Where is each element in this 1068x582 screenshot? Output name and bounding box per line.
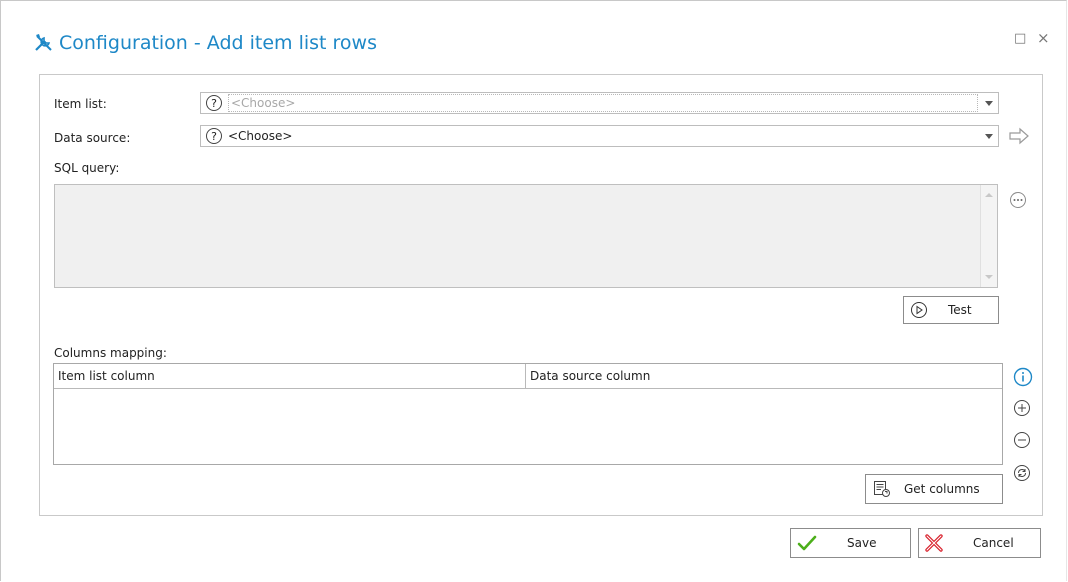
save-button[interactable]: Save <box>790 528 911 558</box>
data-source-dropdown[interactable]: ? <Choose> <box>200 125 999 147</box>
cancel-button-label: Cancel <box>973 536 1014 550</box>
columns-refresh-icon <box>872 479 892 499</box>
grid-header: Item list column Data source column <box>54 364 1002 389</box>
remove-row-icon[interactable] <box>1013 431 1031 449</box>
chevron-down-icon[interactable] <box>980 134 998 139</box>
window-title: Configuration - Add item list rows <box>59 32 377 54</box>
test-button-label: Test <box>948 303 972 317</box>
data-source-value: <Choose> <box>228 129 293 143</box>
data-source-label: Data source: <box>54 131 131 145</box>
play-icon <box>910 301 928 319</box>
test-button[interactable]: Test <box>903 296 999 324</box>
column-header-data-source[interactable]: Data source column <box>526 364 1002 388</box>
sql-query-editor[interactable] <box>54 184 998 288</box>
info-icon[interactable] <box>1013 367 1033 387</box>
arrow-right-icon[interactable] <box>1008 127 1030 145</box>
title-bar: Configuration - Add item list rows <box>33 29 377 57</box>
item-list-label: Item list: <box>54 97 107 111</box>
tools-icon <box>33 32 55 54</box>
sql-scrollbar[interactable] <box>980 185 997 287</box>
configuration-dialog: Configuration - Add item list rows □ × I… <box>0 0 1067 581</box>
cancel-button[interactable]: Cancel <box>918 528 1041 558</box>
sql-query-label: SQL query: <box>54 161 120 175</box>
add-row-icon[interactable] <box>1013 399 1031 417</box>
help-icon[interactable]: ? <box>206 128 222 144</box>
column-header-item-list[interactable]: Item list column <box>54 364 526 388</box>
item-list-dropdown[interactable]: ? <Choose> <box>200 92 999 114</box>
checkmark-icon <box>797 533 817 553</box>
get-columns-button[interactable]: Get columns <box>865 474 1003 504</box>
chevron-down-icon[interactable] <box>980 101 998 106</box>
save-button-label: Save <box>847 536 877 550</box>
maximize-button[interactable]: □ <box>1014 31 1026 46</box>
help-icon[interactable]: ? <box>206 95 222 111</box>
item-list-value: <Choose> <box>231 96 296 110</box>
more-options-icon[interactable] <box>1009 191 1027 209</box>
close-button[interactable]: × <box>1037 29 1050 47</box>
columns-mapping-label: Columns mapping: <box>54 346 167 360</box>
scroll-up-icon[interactable] <box>985 193 993 197</box>
get-columns-label: Get columns <box>904 482 980 496</box>
scroll-down-icon[interactable] <box>985 275 993 279</box>
refresh-icon[interactable] <box>1013 464 1031 482</box>
columns-mapping-grid[interactable]: Item list column Data source column <box>53 363 1003 465</box>
cancel-x-icon <box>923 532 945 554</box>
